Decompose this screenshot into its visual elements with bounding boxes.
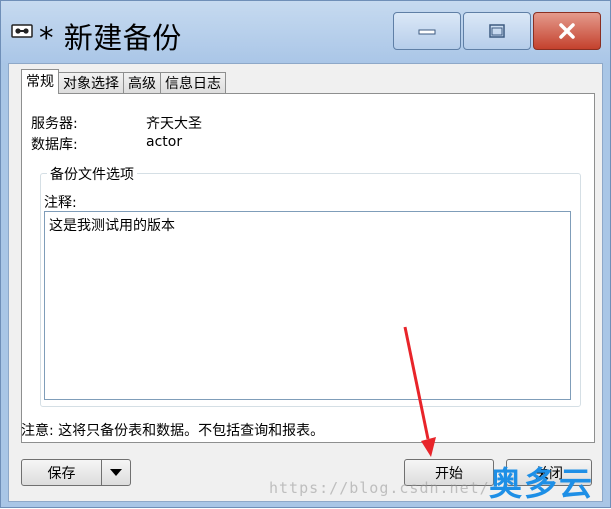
database-value: actor — [146, 134, 183, 150]
tab-advanced[interactable]: 高级 — [123, 72, 161, 94]
minimize-button[interactable] — [393, 12, 461, 50]
tab-message-log[interactable]: 信息日志 — [160, 72, 226, 94]
server-label: 服务器: — [31, 116, 78, 132]
close-window-button[interactable] — [533, 12, 601, 50]
close-icon — [559, 23, 575, 39]
backup-dialog-window: * 新建备份 常规 对象选择 高级 信息日志 服务器: 齐天大圣 数据库: ac… — [0, 0, 611, 508]
title-bar[interactable]: * 新建备份 — [1, 1, 610, 63]
save-dropdown-button[interactable] — [102, 460, 130, 485]
maximize-icon — [489, 24, 505, 38]
server-value: 齐天大圣 — [146, 116, 202, 132]
backup-note: 注意: 这将只备份表和数据。不包括查询和报表。 — [21, 423, 325, 439]
window-title: * 新建备份 — [39, 21, 182, 55]
tab-general[interactable]: 常规 — [21, 69, 59, 94]
database-label: 数据库: — [31, 137, 78, 153]
dialog-body: 常规 对象选择 高级 信息日志 服务器: 齐天大圣 数据库: actor 备份文… — [8, 63, 603, 502]
site-logo: 奥多云 — [489, 464, 594, 503]
url-watermark: https://blog.csdn.net/ — [269, 479, 490, 497]
tape-drive-icon — [11, 24, 33, 38]
comment-label: 注释: — [44, 195, 77, 211]
comment-input[interactable]: 这是我测试用的版本 — [44, 211, 571, 400]
save-split-button: 保存 — [21, 459, 131, 486]
backup-file-options-group: 备份文件选项 注释: 这是我测试用的版本 — [40, 164, 581, 407]
maximize-button[interactable] — [463, 12, 531, 50]
tab-bar: 常规 对象选择 高级 信息日志 — [21, 69, 226, 94]
dropdown-arrow-icon — [110, 468, 122, 476]
save-button[interactable]: 保存 — [22, 460, 102, 485]
group-title: 备份文件选项 — [47, 164, 137, 184]
minimize-icon — [418, 29, 436, 35]
tab-object-selection[interactable]: 对象选择 — [58, 72, 124, 94]
general-tab-panel: 服务器: 齐天大圣 数据库: actor 备份文件选项 注释: 这是我测试用的版… — [21, 93, 595, 443]
